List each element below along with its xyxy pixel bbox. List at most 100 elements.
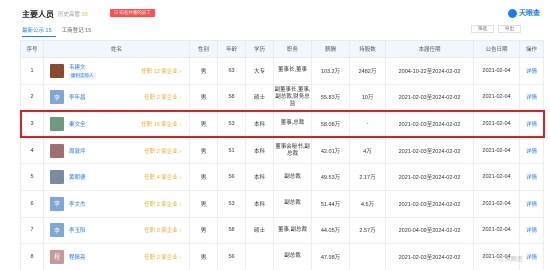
- person-name-link[interactable]: 程振亮: [69, 253, 86, 261]
- person-name-link[interactable]: 秦文全: [69, 120, 86, 128]
- avatar[interactable]: [50, 63, 64, 78]
- tenure-link[interactable]: 任职 2 家企业 ›: [144, 147, 181, 155]
- shares-cell: 2.17万: [349, 163, 386, 191]
- detail-link[interactable]: 详情: [519, 216, 544, 245]
- person-name-link[interactable]: 李年昌: [69, 93, 86, 101]
- salary-cell: 51.44万: [311, 189, 350, 218]
- tenure-link[interactable]: 任职 2 家企业 ›: [144, 253, 181, 261]
- avatar[interactable]: [50, 143, 64, 158]
- col-header-gender: 性别: [189, 40, 218, 58]
- education-cell: 硕士: [245, 216, 274, 245]
- person-cell: 秦文全 任职 15 家企业 ›: [43, 110, 190, 138]
- shares-cell: 4.5万: [349, 189, 386, 218]
- avatar[interactable]: [50, 116, 64, 131]
- announcement-date-cell: 2021-02-04: [473, 216, 520, 245]
- export-button[interactable]: 导出: [498, 25, 521, 33]
- announcement-date-cell: 2021-02-04: [473, 57, 520, 85]
- notice-badge[interactable]: ☑ 知名并重的员工: [110, 9, 155, 17]
- tenure-link[interactable]: 任职 2 家企业 ›: [144, 93, 181, 101]
- term-cell: 2021-02-03至2024-02-02: [385, 189, 474, 218]
- filter-button[interactable]: 筛选: [471, 25, 494, 33]
- person-badge: 康利实际人: [69, 72, 96, 79]
- salary-cell: 58.08万: [311, 110, 350, 138]
- gender-cell: 男: [189, 83, 218, 112]
- person-cell: 李李玉阳 任职 3 家企业 ›: [43, 216, 190, 245]
- col-header-date[interactable]: 公告日期: [473, 40, 520, 58]
- tenure-link[interactable]: 任职 12 家企业 ›: [141, 67, 181, 75]
- avatar[interactable]: 李: [50, 196, 64, 211]
- tab-bar: 最新公示 15 工商登记 15: [22, 26, 92, 37]
- person-cell: 周敦坪 任职 2 家企业 ›: [43, 136, 190, 165]
- age-cell: 58: [217, 216, 246, 245]
- salary-cell: 55.83万: [311, 83, 350, 112]
- person-name-link[interactable]: 周敦坪: [69, 147, 86, 155]
- shares-cell: 10万: [349, 83, 386, 112]
- table-row: 1 韦建文 康利实际人 任职 12 家企业 › 男 63 大专 董事长,董事 103.2万 248…: [20, 57, 544, 85]
- tab-latest[interactable]: 最新公示 15: [22, 26, 52, 36]
- person-cell: 程程振亮 任职 2 家企业 ›: [43, 243, 190, 270]
- age-cell: 63: [217, 57, 246, 85]
- avatar[interactable]: 李: [50, 90, 64, 105]
- tenure-link[interactable]: 任职 2 家企业 ›: [144, 200, 181, 208]
- term-cell: 2021-02-03至2024-02-02: [385, 243, 474, 270]
- gender-cell: 男: [189, 57, 218, 85]
- gender-cell: 男: [189, 110, 218, 138]
- row-number: 2: [20, 83, 44, 112]
- term-cell: 2004-10-22至2024-02-02: [385, 57, 474, 85]
- term-cell: 2021-02-03至2024-02-02: [385, 110, 474, 138]
- logo-icon: [508, 8, 517, 18]
- col-header-education: 学历: [245, 40, 274, 58]
- gender-cell: 男: [189, 189, 218, 218]
- row-number: 4: [20, 136, 44, 165]
- education-cell: 硕士: [245, 83, 274, 112]
- shares-cell: 4万: [349, 136, 386, 165]
- avatar[interactable]: [50, 170, 64, 185]
- col-header-salary[interactable]: 薪酬: [311, 40, 350, 58]
- detail-link[interactable]: 详情: [519, 136, 544, 165]
- shares-cell: 2.57万: [349, 216, 386, 245]
- col-header-age[interactable]: 年龄: [217, 40, 246, 58]
- detail-link[interactable]: 详情: [519, 243, 544, 270]
- tab-registry[interactable]: 工商登记 15: [62, 26, 92, 36]
- row-number: 7: [20, 216, 44, 245]
- education-cell: 本科: [245, 136, 274, 165]
- avatar[interactable]: 程: [50, 249, 64, 264]
- history-executives-link[interactable]: 历史高管 10: [58, 10, 88, 18]
- table-actions: 筛选 导出: [471, 25, 521, 33]
- tenure-link[interactable]: 任职 15 家企业 ›: [141, 120, 181, 128]
- gender-cell: 男: [189, 216, 218, 245]
- person-cell: 李李年昌 任职 2 家企业 ›: [43, 83, 190, 112]
- position-cell: 副总裁: [273, 243, 312, 270]
- age-cell: 58: [217, 83, 246, 112]
- chevron-right-icon: ›: [179, 175, 181, 182]
- row-number: 6: [20, 189, 44, 218]
- age-cell: 51: [217, 136, 246, 165]
- avatar[interactable]: 李: [50, 223, 64, 238]
- term-cell: 2021-02-03至2024-02-02: [385, 163, 474, 191]
- detail-link[interactable]: 详情: [519, 57, 544, 85]
- age-cell: 53: [217, 189, 246, 218]
- table-row: 5 黄朝德 任职 4 家企业 › 男 56 本科 副总裁 49.53万 2.17万 2021-02…: [20, 163, 544, 191]
- salary-cell: 49.53万: [311, 163, 350, 191]
- tenure-link[interactable]: 任职 4 家企业 ›: [144, 173, 181, 181]
- tenure-link[interactable]: 任职 3 家企业 ›: [144, 226, 181, 234]
- chevron-right-icon: ›: [179, 68, 181, 75]
- person-name-link[interactable]: 李玉阳: [69, 226, 86, 234]
- person-name-link[interactable]: 李文杰: [69, 200, 86, 208]
- person-name-link[interactable]: 黄朝德: [69, 173, 86, 181]
- detail-link[interactable]: 详情: [519, 110, 544, 138]
- person-name-link[interactable]: 韦建文: [69, 63, 96, 71]
- detail-link[interactable]: 详情: [519, 163, 544, 191]
- position-cell: 董事,总裁: [273, 110, 312, 138]
- col-header-shares[interactable]: 持股数: [349, 40, 386, 58]
- detail-link[interactable]: 详情: [519, 189, 544, 218]
- detail-link[interactable]: 详情: [519, 83, 544, 112]
- education-cell: 本科: [245, 110, 274, 138]
- chevron-right-icon: ›: [179, 95, 181, 102]
- active-tab-indicator: [22, 36, 56, 37]
- age-cell: 56: [217, 163, 246, 191]
- chevron-right-icon: ›: [179, 121, 181, 128]
- person-cell: 李李文杰 任职 2 家企业 ›: [43, 189, 190, 218]
- age-cell: 56: [217, 243, 246, 270]
- watermark: ◎ 天眼查: [498, 257, 523, 263]
